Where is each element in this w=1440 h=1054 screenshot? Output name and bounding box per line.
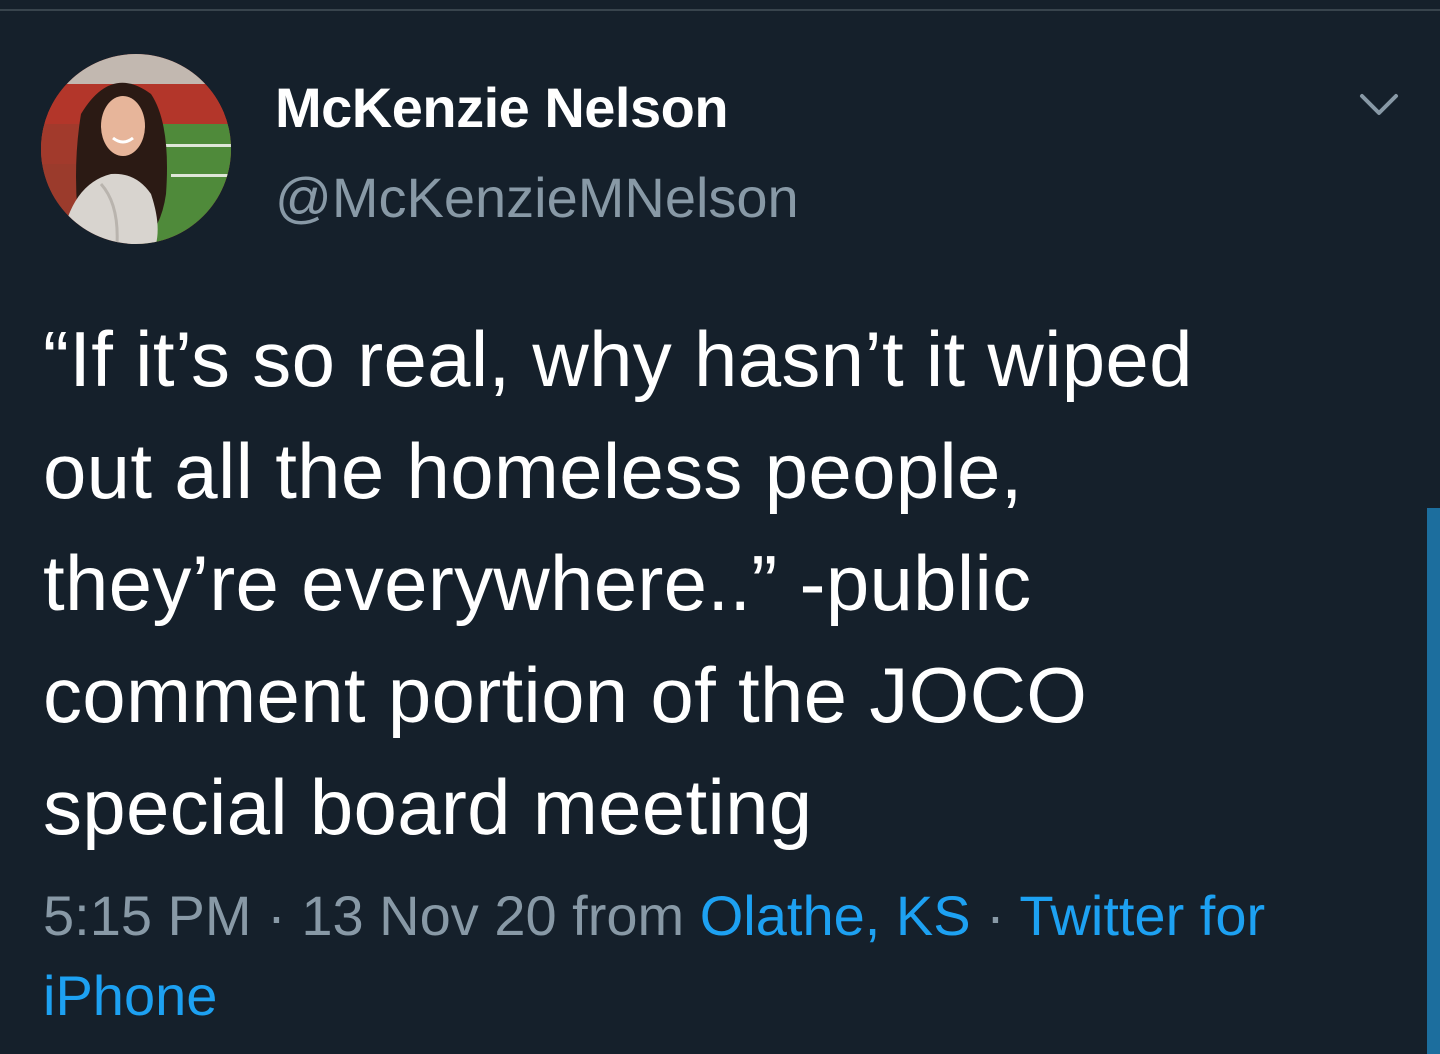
tweet-card: McKenzie Nelson @McKenzieMNelson “If it’… (0, 0, 1440, 1054)
tweet-metadata-row: 5:15 PM · 13 Nov 20 from Olathe, KS · Tw… (43, 876, 1403, 956)
avatar[interactable] (41, 54, 231, 244)
avatar-photo (41, 54, 231, 244)
tweet-metadata-row: iPhone (43, 956, 1403, 1036)
from-label: from (556, 884, 700, 947)
tweet-text: “If it’s so real, why hasn’t it wiped ou… (43, 303, 1383, 863)
tweet-text-line: they’re everywhere..” -public (43, 539, 1032, 627)
tweet-metadata: 5:15 PM · 13 Nov 20 from Olathe, KS · Tw… (43, 876, 1403, 1036)
author-display-name[interactable]: McKenzie Nelson (275, 75, 729, 141)
tweet-time[interactable]: 5:15 PM (43, 884, 252, 947)
scrollbar[interactable] (1427, 508, 1440, 1054)
source-link[interactable]: Twitter for (1019, 884, 1265, 947)
tweet-text-line: special board meeting (43, 763, 813, 851)
meta-separator: · (251, 884, 302, 947)
tweet-text-line: “If it’s so real, why hasn’t it wiped (43, 315, 1193, 403)
location-link[interactable]: Olathe, KS (700, 884, 971, 947)
chevron-down-icon[interactable] (1356, 88, 1402, 124)
source-link-continued[interactable]: iPhone (43, 964, 217, 1027)
tweet-date[interactable]: 13 Nov 20 (301, 884, 556, 947)
author-handle[interactable]: @McKenzieMNelson (275, 165, 799, 231)
tweet-text-line: out all the homeless people, (43, 427, 1023, 515)
meta-separator: · (970, 884, 1020, 947)
tweet-text-line: comment portion of the JOCO (43, 651, 1088, 739)
